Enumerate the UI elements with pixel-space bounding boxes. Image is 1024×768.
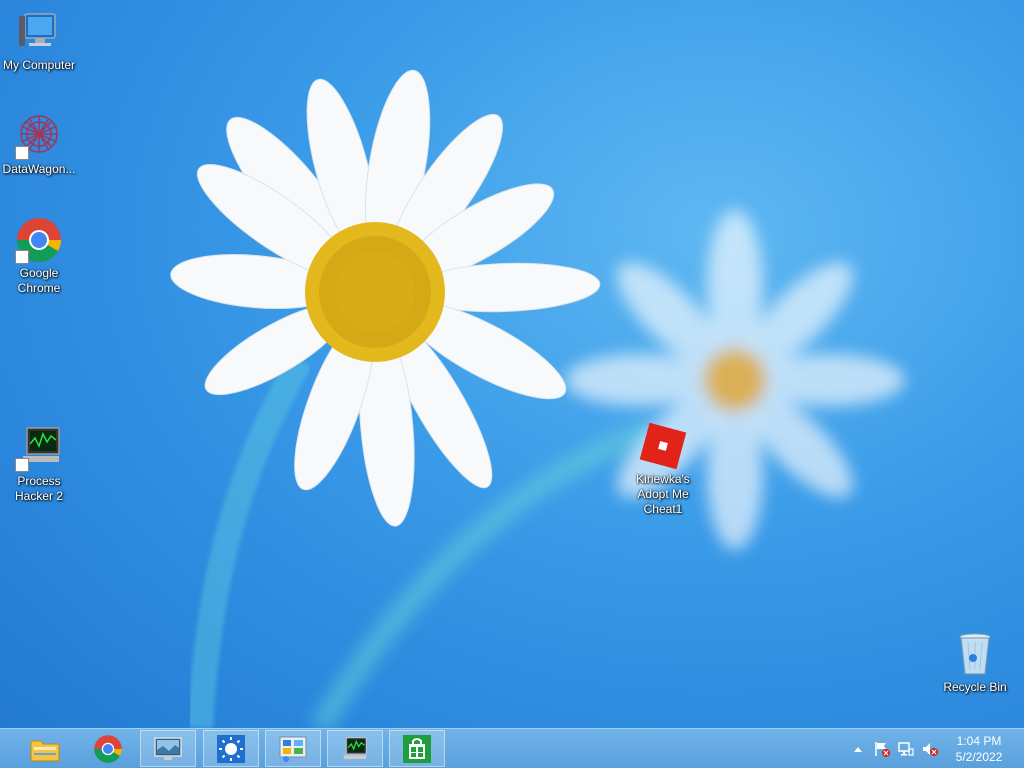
- shortcut-arrow-icon: [15, 250, 29, 264]
- desktop-icon-google-chrome[interactable]: Google Chrome: [0, 216, 78, 296]
- desktop-icon-process-hacker[interactable]: Process Hacker 2: [0, 424, 78, 504]
- desktop-icon-recycle-bin[interactable]: Recycle Bin: [936, 630, 1014, 695]
- desktop-icon-label: My Computer: [2, 58, 76, 72]
- desktop-icon-label: Google Chrome: [17, 266, 61, 295]
- clock-time: 1:04 PM: [956, 734, 1002, 748]
- process-hacker-icon: [343, 736, 367, 759]
- desktop-icon-label: Recycle Bin: [943, 680, 1007, 694]
- taskbar-button-chrome[interactable]: [80, 730, 136, 767]
- action-center-button[interactable]: [874, 741, 890, 757]
- chrome-icon: [15, 216, 63, 264]
- monitor-icon: [154, 736, 182, 760]
- volume-muted-icon: [923, 743, 938, 756]
- taskbar-button-process-hacker[interactable]: [327, 730, 383, 767]
- computer-icon: [15, 8, 63, 56]
- show-hidden-icons-button[interactable]: [850, 741, 866, 757]
- volume-button[interactable]: [922, 741, 938, 757]
- chevron-up-icon: [854, 747, 862, 752]
- taskbar-clock[interactable]: 1:04 PM 5/2/2022: [948, 733, 1010, 765]
- desktop-icon-my-computer[interactable]: My Computer: [0, 8, 78, 73]
- desktop-icon-adopt-me-cheat[interactable]: Kiriewka's Adopt Me Cheat1: [624, 422, 702, 517]
- folder-icon: [30, 740, 60, 761]
- desktop-icon-datawagon[interactable]: DataWagon...: [0, 112, 78, 177]
- process-hacker-icon: [15, 424, 63, 472]
- taskbar-button-screen[interactable]: [140, 730, 196, 767]
- recycle-bin-icon: [951, 630, 999, 678]
- roblox-icon: [639, 422, 687, 470]
- desktop-icon-label: Process Hacker 2: [14, 474, 64, 503]
- datawagon-icon: [15, 112, 63, 160]
- control-panel-icon: [279, 736, 307, 762]
- sun-icon: [217, 734, 245, 763]
- taskbar-button-weather[interactable]: [203, 730, 259, 767]
- clock-date: 5/2/2022: [955, 750, 1003, 764]
- network-button[interactable]: [898, 741, 914, 757]
- desktop[interactable]: My Computer DataWagon... Google Chrome P…: [0, 0, 1024, 768]
- chrome-icon: [94, 734, 122, 763]
- network-icon: [898, 742, 914, 756]
- taskbar: 1:04 PM 5/2/2022: [0, 728, 1024, 768]
- action-center-flag-icon: [875, 742, 890, 757]
- taskbar-button-store[interactable]: [389, 730, 445, 767]
- wallpaper: [170, 69, 905, 728]
- desktop-icon-label: DataWagon...: [2, 162, 76, 176]
- shortcut-arrow-icon: [15, 146, 29, 160]
- store-icon: [403, 734, 431, 763]
- taskbar-button-control-panel[interactable]: [265, 730, 321, 767]
- desktop-icon-label: Kiriewka's Adopt Me Cheat1: [636, 472, 690, 516]
- taskbar-button-file-explorer[interactable]: [17, 730, 73, 767]
- shortcut-arrow-icon: [15, 458, 29, 472]
